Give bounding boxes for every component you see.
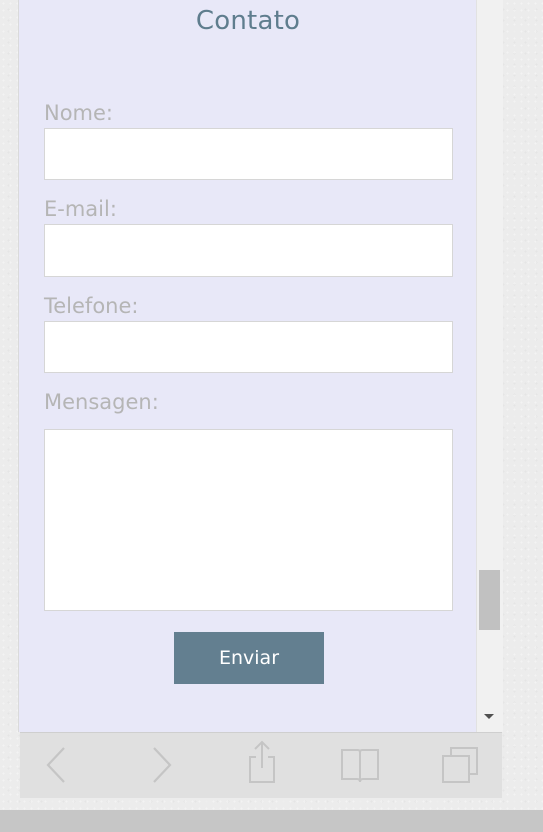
bookmarks-icon[interactable] bbox=[340, 745, 380, 785]
phone-field[interactable] bbox=[44, 321, 453, 373]
name-label: Nome: bbox=[44, 101, 114, 125]
scrollbar-thumb[interactable] bbox=[479, 570, 500, 630]
forward-icon[interactable] bbox=[142, 745, 182, 785]
tabs-icon[interactable] bbox=[440, 745, 480, 785]
bottom-bar bbox=[0, 810, 543, 832]
submit-button[interactable]: Enviar bbox=[174, 632, 324, 684]
message-label: Mensagen: bbox=[44, 390, 159, 414]
back-icon[interactable] bbox=[36, 745, 76, 785]
scroll-down-arrow-icon[interactable] bbox=[484, 714, 494, 719]
browser-toolbar bbox=[20, 732, 502, 798]
name-field[interactable] bbox=[44, 128, 453, 180]
message-field[interactable] bbox=[44, 429, 453, 611]
page-title: Contato bbox=[195, 6, 301, 36]
phone-label: Telefone: bbox=[44, 294, 139, 318]
share-icon[interactable] bbox=[242, 740, 282, 783]
email-label: E-mail: bbox=[44, 197, 117, 221]
email-field[interactable] bbox=[44, 224, 453, 277]
